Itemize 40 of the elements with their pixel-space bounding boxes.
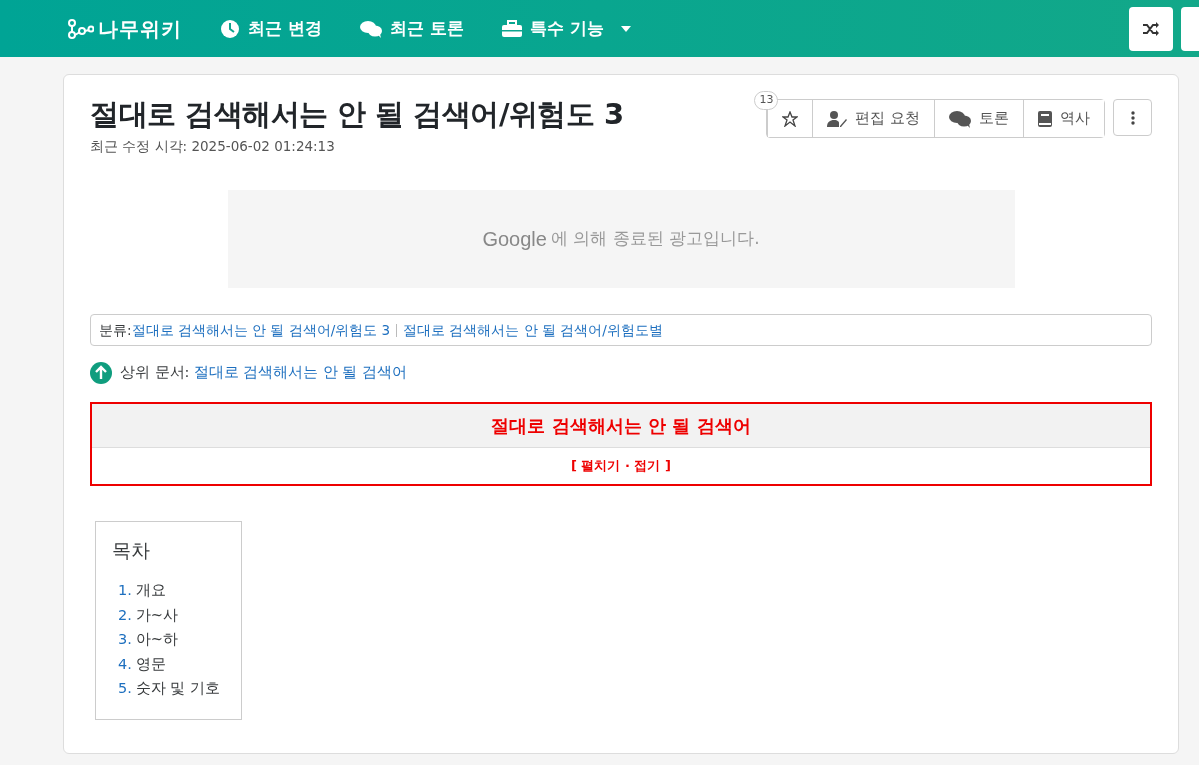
toc-number[interactable]: 3. [118,627,132,652]
toc-title: 목차 [112,537,151,563]
shuffle-icon [1143,21,1159,36]
toc-item: 가~사 [135,605,178,625]
toc-number[interactable]: 4. [118,651,132,677]
parent-link[interactable]: 절대로 검색해서는 안 될 검색어 [193,362,407,385]
toc-number[interactable]: 1. [118,578,132,603]
user-edit-icon [827,110,848,127]
nav-link[interactable]: 최근 토론 [359,15,464,42]
toc-item: 영문 [135,654,166,674]
ad-brand: Google [482,227,547,253]
book-icon [1038,110,1052,127]
chat-icon [949,109,971,128]
chat-icon [359,19,382,38]
toc-number[interactable]: 5. [118,676,132,701]
category-label: 분류: [99,321,132,341]
site-logo[interactable]: 나무위키 [68,13,182,44]
toc-item: 개요 [135,581,166,601]
star-count: 13 [754,91,779,110]
star-icon [782,110,799,127]
category-link[interactable]: 절대로 검색해서는 안 될 검색어/위험도 3 [131,320,391,341]
nav-link[interactable]: 최근 변경 [220,15,322,42]
nav-link[interactable]: 특수 기능 [501,15,632,42]
random-button[interactable] [1129,6,1173,51]
toc-number[interactable]: 2. [118,602,132,628]
toc-item: 숫자 및 기호 [135,679,221,699]
toggle-link[interactable]: [ 펼치기 · 접기 ] [571,458,671,474]
toolbox-icon [501,19,522,38]
more-icon [1130,110,1135,125]
navbox-title: 절대로 검색해서는 안 될 검색어 [92,404,1150,449]
arrow-up-icon [90,362,112,385]
toc-item: 아~하 [135,630,178,650]
category-link[interactable]: 절대로 검색해서는 안 될 검색어/위험도별 [403,320,663,341]
ad-text: 에 의해 종료된 광고입니다. [550,227,760,251]
more-button[interactable] [1113,99,1152,136]
modified-time: 최근 수정 시각: 2025-06-02 01:24:13 [90,136,336,156]
parent-label: 상위 문서: [120,363,190,383]
clock-icon [220,18,240,39]
article-title: 절대로 검색해서는 안 될 검색어/위험도 3 [90,97,624,132]
action-button[interactable]: 역사 [1023,100,1104,137]
